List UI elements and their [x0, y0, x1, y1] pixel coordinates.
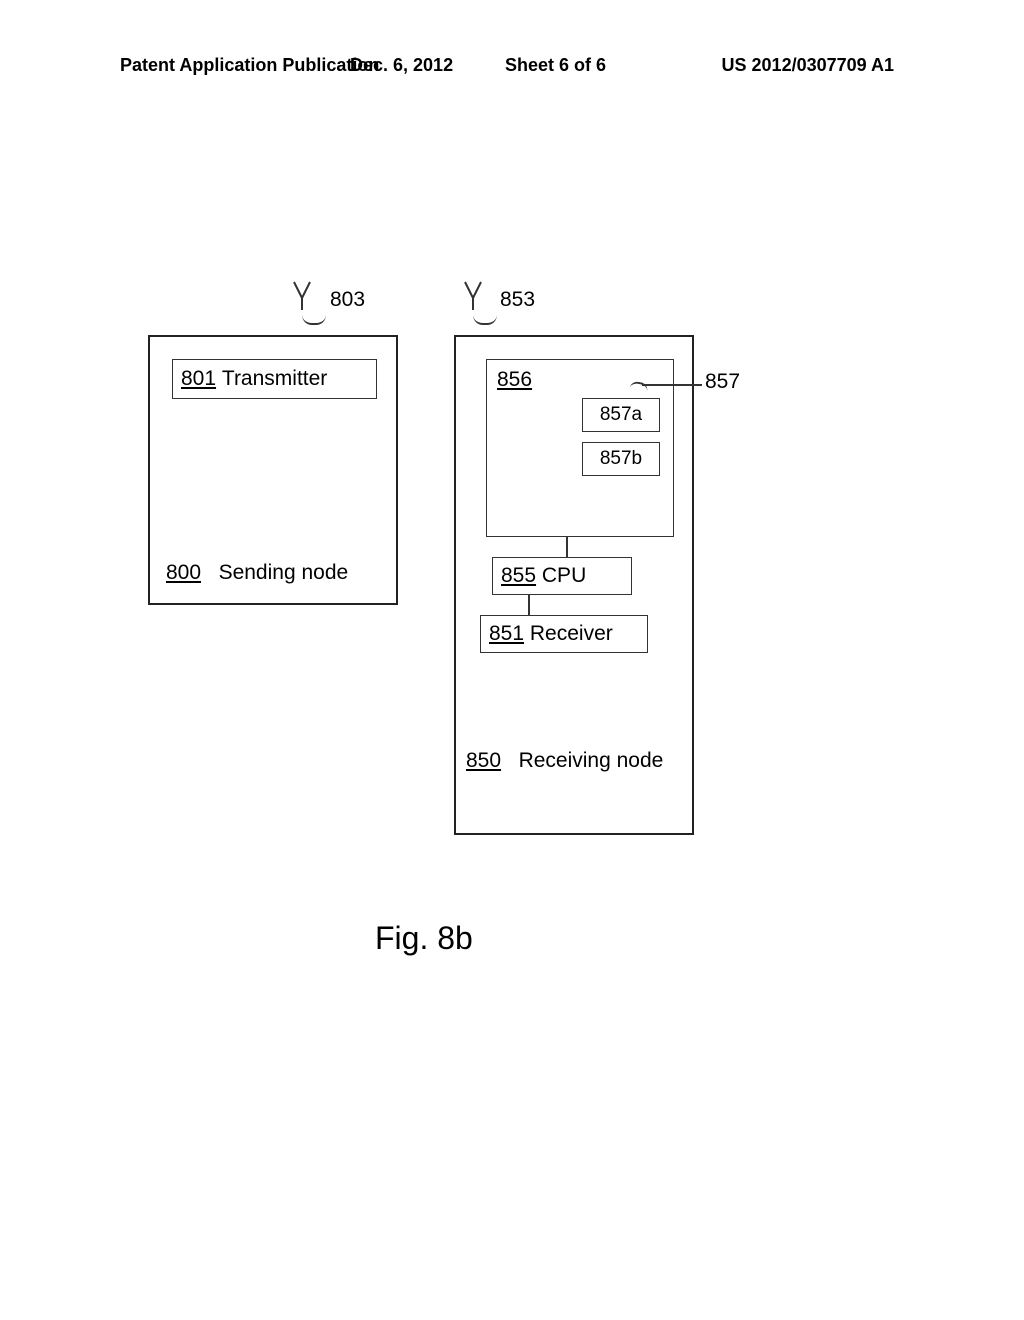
- antenna-icon: [292, 280, 312, 310]
- lead-line-857: [642, 384, 702, 386]
- antenna-ref-803: 803: [330, 288, 365, 312]
- antenna-icon: [463, 280, 483, 310]
- sheet-number: Sheet 6 of 6: [505, 55, 606, 76]
- lead-arc: [302, 315, 326, 325]
- sending-node-ref: 800: [166, 561, 201, 584]
- sending-node-label: 800 Sending node: [166, 561, 348, 585]
- connector-line: [566, 537, 568, 557]
- transmitter-label: Transmitter: [222, 367, 327, 391]
- connector-line: [528, 595, 530, 615]
- sub-box-857b: 857b: [582, 442, 660, 476]
- sending-node-text: Sending node: [219, 561, 349, 584]
- publication-number: US 2012/0307709 A1: [722, 55, 894, 76]
- figure-diagram: 803 853 801 Transmitter 800 Sending node…: [0, 280, 1024, 980]
- transmitter-box: 801 Transmitter: [172, 359, 377, 399]
- publication-date: Dec. 6, 2012: [350, 55, 453, 76]
- ref-856: 856: [497, 368, 532, 392]
- figure-caption: Fig. 8b: [375, 920, 473, 957]
- sub-box-857a: 857a: [582, 398, 660, 432]
- receiving-node-label: 850 Receiving node: [466, 749, 663, 773]
- sending-node-box: 801 Transmitter 800 Sending node: [148, 335, 398, 605]
- cpu-ref: 855: [501, 564, 536, 588]
- transmitter-ref: 801: [181, 367, 216, 391]
- receiver-label: Receiver: [530, 622, 613, 646]
- receiving-node-ref: 850: [466, 749, 501, 772]
- cpu-label: CPU: [542, 564, 586, 588]
- page-header: Patent Application Publication Dec. 6, 2…: [0, 55, 1024, 76]
- lead-arc: [473, 315, 497, 325]
- label-857: 857: [705, 370, 740, 394]
- antenna-ref-853: 853: [500, 288, 535, 312]
- label-857a: 857a: [600, 404, 642, 426]
- label-857b: 857b: [600, 448, 642, 470]
- receiving-node-text: Receiving node: [519, 749, 664, 772]
- cpu-box: 855 CPU: [492, 557, 632, 595]
- receiver-box: 851 Receiver: [480, 615, 648, 653]
- publication-label: Patent Application Publication: [120, 55, 379, 76]
- receiving-node-box: 856 857a 857b 855 CPU 851 Receiver 850 R…: [454, 335, 694, 835]
- receiver-ref: 851: [489, 622, 524, 646]
